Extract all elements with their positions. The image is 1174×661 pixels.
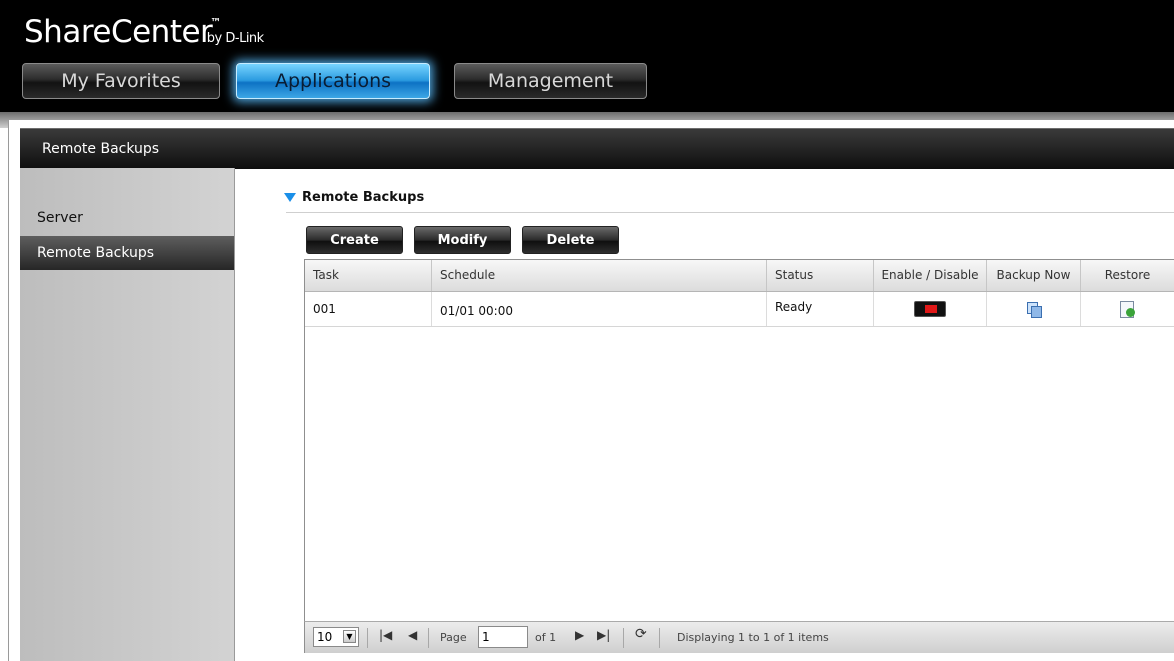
column-header-restore[interactable]: Restore [1081, 260, 1174, 291]
modify-button-label: Modify [437, 232, 488, 248]
display-info: Displaying 1 to 1 of 1 items [677, 631, 829, 644]
restore-icon[interactable] [1120, 300, 1135, 318]
sidebar-item-label: Remote Backups [37, 245, 155, 261]
page-size-select[interactable]: 10 ▼ [313, 627, 359, 647]
pager-separator [623, 628, 624, 648]
column-header-enable-disable[interactable]: Enable / Disable [874, 260, 987, 291]
app-header: ShareCenter™ by D-Link My Favorites Appli… [0, 0, 1174, 112]
modify-button[interactable]: Modify [414, 226, 511, 254]
section-divider [286, 212, 1174, 213]
cell-schedule: 01/01 00:00 [432, 292, 767, 326]
cell-enable-disable [874, 292, 987, 326]
tab-my-favorites-label: My Favorites [61, 70, 181, 92]
enable-toggle-icon[interactable] [914, 301, 946, 317]
pagination-bar: 10 ▼ |◀ ◀ Page 1 of 1 ▶ ▶| ⟳ Displaying … [304, 621, 1174, 653]
column-header-task[interactable]: Task [305, 260, 432, 291]
tab-my-favorites[interactable]: My Favorites [22, 63, 220, 99]
cell-backup-now [987, 292, 1081, 326]
cell-task: 001 [305, 292, 432, 326]
delete-button-label: Delete [546, 232, 595, 248]
tab-applications[interactable]: Applications [236, 63, 430, 99]
section-title: Remote Backups [286, 190, 424, 205]
chevron-down-icon[interactable]: ▼ [343, 630, 356, 643]
page-of-label: of 1 [535, 631, 557, 644]
pager-separator [428, 628, 429, 648]
page-number-input[interactable]: 1 [478, 626, 528, 648]
prev-page-icon[interactable]: ◀ [408, 628, 417, 642]
delete-button[interactable]: Delete [522, 226, 619, 254]
backups-table: Task Schedule Status Enable / Disable Ba… [304, 259, 1174, 653]
tab-applications-label: Applications [274, 70, 392, 92]
refresh-icon[interactable]: ⟳ [635, 626, 647, 642]
page-title: Remote Backups [42, 141, 160, 157]
section-title-text: Remote Backups [302, 190, 425, 205]
logo-by-dlink: by D-Link [206, 31, 264, 46]
backup-now-icon[interactable] [1026, 301, 1042, 318]
page-size-value: 10 [317, 630, 333, 644]
sidebar-item-label: Server [37, 210, 83, 226]
logo-name: ShareCenter [24, 14, 213, 50]
table-row[interactable]: 001 01/01 00:00 Ready [305, 292, 1174, 327]
page-title-bar: Remote Backups [20, 128, 1174, 169]
pager-separator [367, 628, 368, 648]
table-header: Task Schedule Status Enable / Disable Ba… [305, 260, 1174, 292]
sidebar: Server Remote Backups [20, 168, 235, 661]
page-label: Page [440, 631, 467, 644]
last-page-icon[interactable]: ▶| [597, 628, 610, 642]
tab-management[interactable]: Management [454, 63, 647, 99]
pager-separator [659, 628, 660, 648]
create-button[interactable]: Create [306, 226, 403, 254]
sharecenter-logo: ShareCenter™ by D-Link [24, 14, 264, 50]
logo-trademark: ™ [210, 16, 221, 29]
column-header-backup-now[interactable]: Backup Now [987, 260, 1081, 291]
cell-restore [1081, 292, 1174, 326]
column-header-status[interactable]: Status [767, 260, 874, 291]
sidebar-item-remote-backups[interactable]: Remote Backups [20, 236, 234, 270]
first-page-icon[interactable]: |◀ [379, 628, 392, 642]
next-page-icon[interactable]: ▶ [575, 628, 584, 642]
cell-status: Ready [767, 292, 874, 326]
create-button-label: Create [330, 232, 379, 248]
tab-management-label: Management [487, 70, 614, 92]
column-header-schedule[interactable]: Schedule [432, 260, 767, 291]
sidebar-item-server[interactable]: Server [20, 201, 234, 235]
